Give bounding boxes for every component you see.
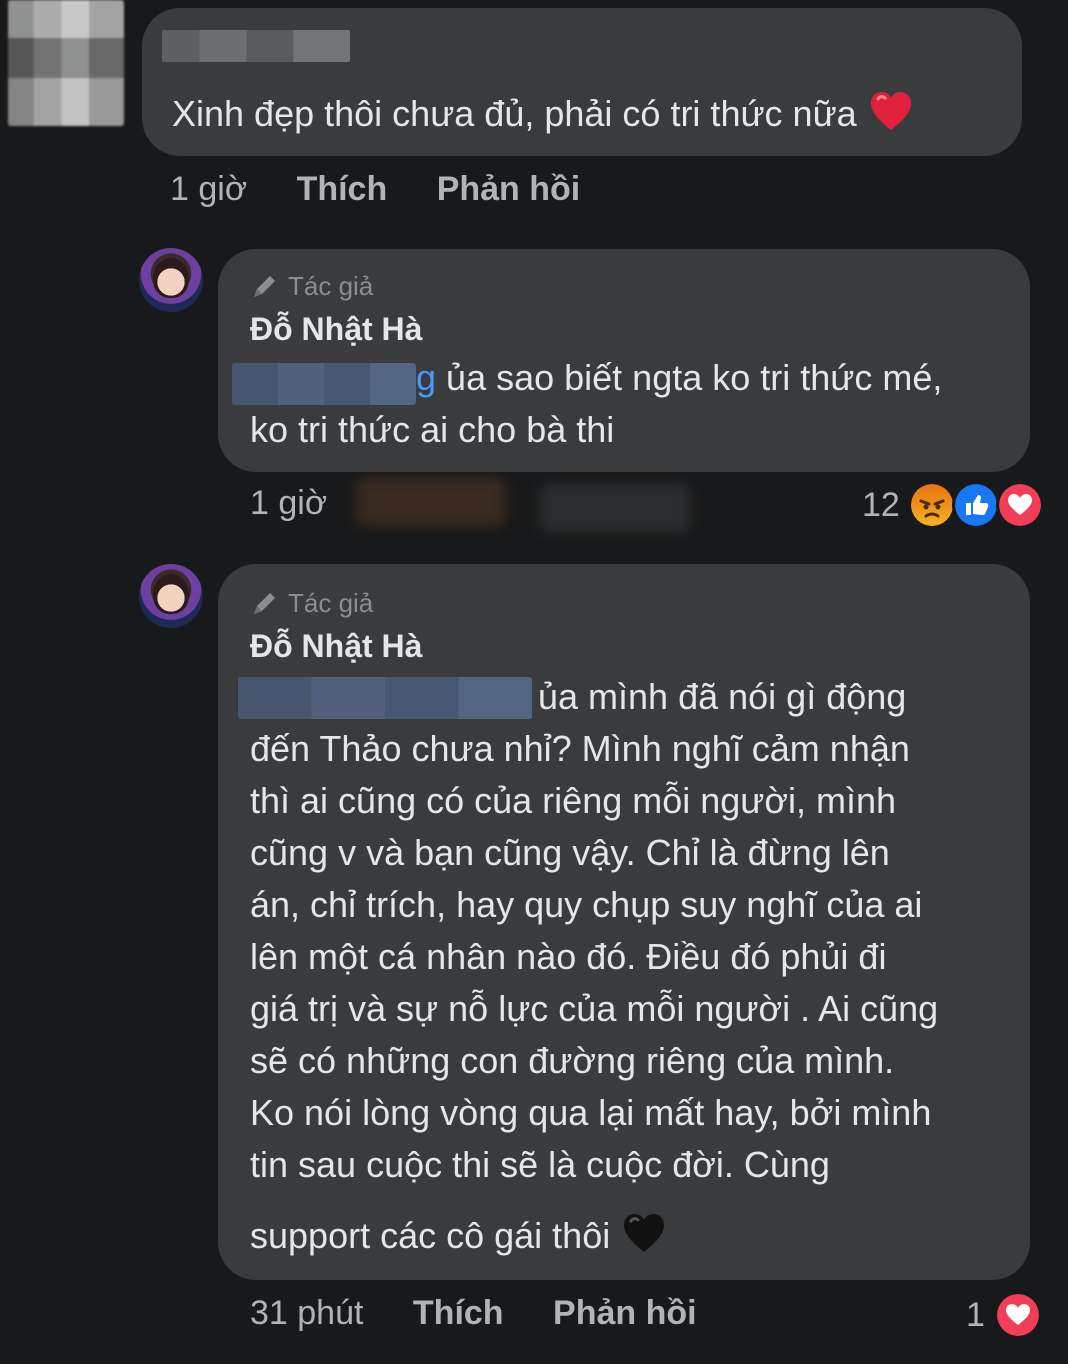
reply-text-line: đến Thảo chưa nhỉ? Mình nghĩ cảm nhận: [250, 728, 910, 769]
reply-text-line: thì ai cũng có của riêng mỗi người, mình: [250, 780, 897, 821]
author-badge-label: Tác giả: [288, 588, 374, 618]
reply-text-line: án, chỉ trích, hay quy chụp suy nghĩ của…: [250, 884, 923, 925]
reply-text-line: ủa mình đã nói gì động: [538, 676, 907, 717]
reply-text-line: g ủa sao biết ngta ko tri thức mé,: [416, 357, 943, 398]
black-heart-icon: [624, 1214, 665, 1252]
author-avatar[interactable]: [139, 564, 203, 628]
reply-button[interactable]: Phản hồi: [553, 1294, 697, 1332]
red-heart-icon: [870, 92, 911, 130]
author-name[interactable]: Đỗ Nhật Hà: [250, 311, 422, 348]
reply-time[interactable]: 1 giờ: [250, 484, 327, 523]
author-avatar[interactable]: [139, 248, 203, 312]
reply-bubble: Tác giả Đỗ Nhật Hà ủa mình đã nói gì độn…: [218, 564, 1030, 1280]
reply-bubble: Tác giả Đỗ Nhật Hà g ủa sao biết ngta ko…: [218, 249, 1030, 472]
reply-text-line: sẽ có những con đường riêng của mình.: [250, 1040, 895, 1081]
comment-meta: 1 giờ Thích Phản hồi: [170, 170, 580, 209]
reply-meta: 31 phút Thích Phản hồi: [250, 1294, 697, 1333]
commenter-name[interactable]: [162, 30, 350, 62]
reply-text-line: cũng v và bạn cũng vậy. Chỉ là đừng lên: [250, 832, 890, 873]
mention-tail[interactable]: g: [416, 357, 436, 398]
like-button[interactable]: Thích: [297, 170, 388, 208]
author-badge: Tác giả: [250, 271, 373, 302]
comment-text-content: Xinh đẹp thôi chưa đủ, phải có tri thức …: [172, 93, 857, 134]
reaction-count[interactable]: 1: [966, 1296, 985, 1335]
reply-text-line: giá trị và sự nỗ lực của mỗi người . Ai …: [250, 988, 939, 1029]
angry-icon: [908, 481, 956, 529]
love-icon: [994, 1291, 1042, 1339]
love-icon: [996, 481, 1044, 529]
blurred-reply-button[interactable]: [540, 484, 690, 532]
comment-text: Xinh đẹp thôi chưa đủ, phải có tri thức …: [172, 88, 913, 140]
mention-blurred[interactable]: [238, 677, 532, 719]
reply-text-line: ko tri thức ai cho bà thi: [250, 409, 615, 450]
reply-text-line: support các cô gái thôi: [250, 1212, 666, 1257]
blurred-like-button[interactable]: [356, 478, 506, 526]
like-button[interactable]: Thích: [413, 1294, 504, 1332]
reply-button[interactable]: Phản hồi: [437, 170, 581, 208]
pencil-icon: [254, 276, 275, 297]
author-name[interactable]: Đỗ Nhật Hà: [250, 628, 422, 665]
author-badge: Tác giả: [250, 588, 373, 619]
reply-time[interactable]: 31 phút: [250, 1294, 363, 1332]
author-badge-label: Tác giả: [288, 271, 374, 301]
pencil-icon: [254, 593, 275, 614]
comment-bubble: Xinh đẹp thôi chưa đủ, phải có tri thức …: [142, 8, 1022, 156]
mention-blurred[interactable]: [232, 363, 416, 405]
reaction-count[interactable]: 12: [862, 486, 900, 525]
reply-text-line: Ko nói lòng vòng qua lại mất hay, bởi mì…: [250, 1092, 932, 1133]
like-icon: [952, 481, 1000, 529]
comment-time[interactable]: 1 giờ: [170, 170, 247, 208]
commenter-avatar[interactable]: [8, 0, 124, 126]
reply-text-line: lên một cá nhân nào đó. Điều đó phủi đi: [250, 936, 887, 977]
reply-text-line: tin sau cuộc thi sẽ là cuộc đời. Cùng: [250, 1144, 830, 1185]
